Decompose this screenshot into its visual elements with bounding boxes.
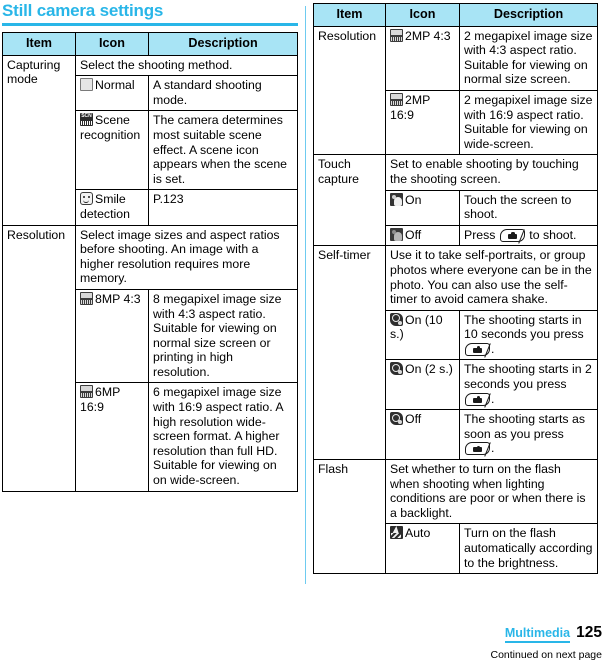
setting-item-flash: Flash (313, 459, 386, 575)
column-header-icon: Icon (385, 3, 460, 27)
table-header-row: Item Icon Description (313, 3, 598, 27)
option-label: Normal (95, 78, 135, 93)
option-icon-cell-self-timer-off: Off (385, 409, 460, 461)
option-description: 8 megapixel image size with 4:3 aspect r… (148, 288, 298, 384)
camera-key-icon (465, 342, 491, 358)
option-label: Auto (405, 526, 431, 541)
column-header-description: Description (459, 3, 598, 27)
option-label: 8MP 4:3 (95, 291, 141, 306)
table-row: Flash Set whether to turn on the flash w… (313, 459, 598, 575)
camera-key-icon (465, 442, 491, 458)
option-label: On (405, 192, 422, 207)
right-column-table-wrap: Item Icon Description Resolution 2MP 4:3… (313, 3, 598, 575)
description-text-pre: The shooting starts as soon as you press (464, 412, 585, 441)
option-icon-cell-scene-recognition: Scene recognition (75, 110, 149, 191)
setting-intro-capturing-mode: Select the shooting method. (75, 54, 298, 77)
page-title: Still camera settings (2, 1, 164, 20)
resolution-2mp-169-icon (390, 92, 403, 106)
option-description: The shooting starts as soon as you press… (459, 409, 598, 461)
option-label: 2MP 4:3 (405, 28, 451, 43)
option-description: Press to shoot. (459, 224, 598, 247)
column-header-item: Item (313, 3, 386, 27)
option-description: The shooting starts in 2 seconds you pre… (459, 359, 598, 411)
page-number: 125 (576, 624, 602, 641)
table-header-row: Item Icon Description (2, 32, 298, 56)
table-row: Self-timer Use it to take self-portraits… (313, 245, 598, 461)
table-row: Resolution 2MP 4:3 2 megapixel image siz… (313, 25, 598, 156)
option-description: The camera determines most suitable scen… (148, 110, 298, 191)
chapter-name: Multimedia (504, 626, 571, 643)
description-text-post: to shoot. (529, 227, 577, 242)
resolution-2mp-43-icon (390, 28, 403, 42)
option-icon-cell-8mp-43: 8MP 4:3 (75, 288, 149, 384)
column-header-icon: Icon (75, 32, 149, 56)
touch-capture-on-icon (390, 192, 403, 206)
option-label: Off (405, 227, 422, 242)
option-description: Turn on the flash automatically accordin… (459, 523, 598, 575)
continued-note: Continued on next page (490, 649, 602, 661)
option-icon-cell-smile-detection: Smile detection (75, 189, 149, 226)
camera-key-icon (499, 228, 526, 244)
option-icon-cell-self-timer-10s: On (10 s.) (385, 309, 460, 361)
setting-item-capturing-mode: Capturing mode (2, 54, 76, 226)
self-timer-off-icon (390, 412, 403, 426)
description-text-post: . (491, 341, 495, 356)
setting-item-self-timer: Self-timer (313, 245, 386, 461)
option-description: Touch the screen to shoot. (459, 189, 598, 226)
option-icon-cell-touch-off: Off (385, 224, 460, 247)
setting-item-touch-capture: Touch capture (313, 154, 386, 247)
setting-intro-flash: Set whether to turn on the flash when sh… (385, 459, 598, 525)
description-text-post: . (491, 391, 495, 406)
option-icon-cell-6mp-169: 6MP 16:9 (75, 382, 149, 492)
setting-item-resolution-continued: Resolution (313, 25, 386, 156)
resolution-6mp-169-icon (80, 385, 93, 399)
column-header-description: Description (148, 32, 298, 56)
title-underline-rule (2, 23, 298, 26)
table-row: Capturing mode Select the shooting metho… (2, 54, 298, 226)
resolution-8mp-43-icon (80, 291, 93, 305)
self-timer-on-10s-icon (390, 312, 403, 326)
description-text-pre: The shooting starts in 2 seconds you pre… (464, 362, 592, 392)
still-camera-settings-table-right: Item Icon Description Resolution 2MP 4:3… (313, 3, 598, 575)
scene-recognition-icon (80, 113, 93, 127)
page-footer: Multimedia 125 (504, 624, 602, 643)
description-text-pre: Press (464, 227, 496, 242)
table-row: Touch capture Set to enable shooting by … (313, 154, 598, 247)
option-icon-cell-2mp-169: 2MP 16:9 (385, 89, 460, 156)
still-camera-settings-table-left: Item Icon Description Capturing mode Sel… (2, 32, 298, 492)
column-header-item: Item (2, 32, 76, 56)
option-label: On (2 s.) (405, 362, 453, 377)
option-description-page-reference: P.123 (148, 189, 298, 226)
option-description: A standard shooting mode. (148, 75, 298, 112)
option-icon-cell-2mp-43: 2MP 4:3 (385, 25, 460, 91)
description-text-post: . (491, 441, 495, 456)
flash-auto-icon (390, 526, 403, 540)
option-description: 6 megapixel image size with 16:9 aspect … (148, 382, 298, 492)
setting-intro-touch-capture: Set to enable shooting by touching the s… (385, 154, 598, 191)
setting-item-resolution: Resolution (2, 224, 76, 492)
normal-mode-icon (80, 78, 93, 92)
option-description: 2 megapixel image size with 4:3 aspect r… (459, 25, 598, 91)
self-timer-on-2s-icon (390, 362, 403, 376)
option-description: 2 megapixel image size with 16:9 aspect … (459, 89, 598, 156)
option-icon-cell-flash-auto: Auto (385, 523, 460, 575)
left-column-table-wrap: Item Icon Description Capturing mode Sel… (2, 32, 298, 492)
option-icon-cell-self-timer-2s: On (2 s.) (385, 359, 460, 411)
table-row: Resolution Select image sizes and aspect… (2, 224, 298, 492)
column-divider (305, 6, 306, 584)
option-icon-cell-touch-on: On (385, 189, 460, 226)
setting-intro-self-timer: Use it to take self-portraits, or group … (385, 245, 598, 311)
setting-intro-resolution: Select image sizes and aspect ratios bef… (75, 224, 298, 290)
option-description: The shooting starts in 10 seconds you pr… (459, 309, 598, 361)
touch-capture-off-icon (390, 227, 403, 241)
manual-page: Still camera settings Item Icon Descript… (0, 0, 610, 665)
smile-detection-icon (80, 192, 93, 206)
option-label: Off (405, 412, 422, 427)
camera-key-icon (465, 392, 491, 408)
option-icon-cell-normal: Normal (75, 75, 149, 112)
description-text-pre: The shooting starts in 10 seconds you pr… (464, 312, 584, 342)
